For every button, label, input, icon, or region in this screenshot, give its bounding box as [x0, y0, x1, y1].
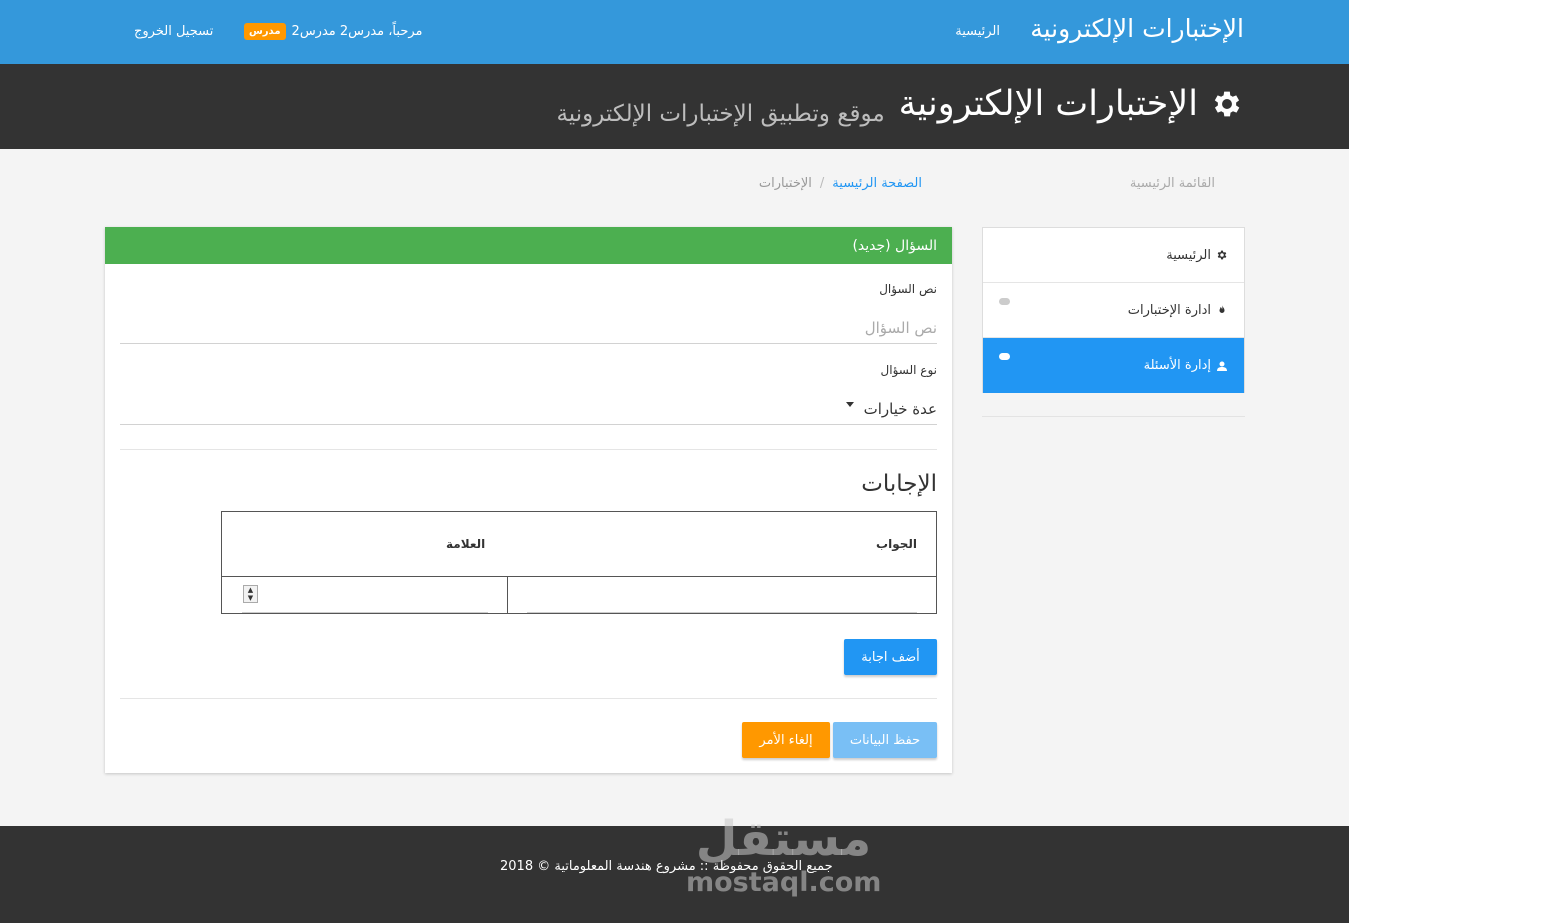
- breadcrumb-separator: /: [819, 176, 825, 191]
- mark-number-input[interactable]: [242, 612, 488, 613]
- question-text-label: نص السؤال: [879, 282, 937, 296]
- user-welcome: مرحباً، مدرس2 مدرس2 مدرس: [244, 23, 423, 40]
- answers-table-header: الجواب العلامة: [222, 512, 936, 577]
- top-navbar: الإختبارات الإلكترونية الرئيسية مرحباً، …: [0, 0, 1349, 64]
- watermark-latin: mostaql.com: [686, 867, 882, 898]
- answers-table: الجواب العلامة ▲ ▼: [221, 511, 937, 614]
- save-button[interactable]: حفظ البيانات: [833, 722, 937, 758]
- page-subtitle: موقع وتطبيق الإختبارات الإلكترونية: [556, 101, 885, 127]
- sidebar-item-label: الرئيسية: [1166, 247, 1211, 263]
- actions-divider: [120, 698, 937, 699]
- breadcrumb-current: الإختبارات: [758, 176, 812, 191]
- cancel-button[interactable]: إلغاء الأمر: [742, 722, 830, 758]
- app-root: الإختبارات الإلكترونية الرئيسية مرحباً، …: [0, 0, 1349, 923]
- question-type-select[interactable]: عدة خيارات: [120, 393, 937, 425]
- watermark-logo: مستقل mostaql.com: [686, 810, 881, 905]
- role-badge: مدرس: [244, 23, 286, 40]
- question-type-label: نوع السؤال: [880, 363, 937, 377]
- sidebar-item-label: ادارة الإختبارات: [1127, 302, 1211, 318]
- page-title: الإختبارات الإلكترونية: [898, 84, 1198, 124]
- nav-home-link[interactable]: الرئيسية: [955, 24, 1000, 39]
- breadcrumb: الصفحة الرئيسية / الإختبارات: [759, 176, 922, 191]
- sidebar-item-questions[interactable]: إدارة الأسئلة: [983, 338, 1244, 393]
- add-answer-button[interactable]: أضف اجابة: [844, 639, 937, 675]
- gear-icon: [1214, 91, 1240, 117]
- page-title-wrap: الإختبارات الإلكترونية: [899, 84, 1244, 124]
- column-header-mark: العلامة: [446, 537, 486, 551]
- answer-text-input[interactable]: [527, 612, 917, 613]
- question-text-placeholder: نص السؤال: [864, 318, 937, 337]
- sidebar-item-label: إدارة الأسئلة: [1143, 358, 1211, 373]
- gear-icon: [1217, 250, 1227, 260]
- question-type-value: عدة خيارات: [863, 399, 937, 418]
- logout-link[interactable]: تسجيل الخروج: [134, 24, 213, 39]
- sidebar-item-dot: [999, 353, 1010, 360]
- brand-link[interactable]: الإختبارات الإلكترونية: [1030, 14, 1244, 43]
- sidebar-item-home[interactable]: الرئيسية: [983, 228, 1244, 283]
- sidebar-divider: [982, 416, 1245, 417]
- page-footer: جميع الحقوق محفوظة :: مشروع هندسة المعلو…: [0, 826, 1349, 923]
- watermark-arabic: مستقل: [695, 811, 872, 867]
- welcome-text: مرحباً، مدرس2 مدرس2: [291, 24, 423, 39]
- section-divider: [120, 449, 937, 450]
- number-spinner-icon[interactable]: ▲ ▼: [243, 585, 258, 603]
- column-header-answer: الجواب: [876, 537, 917, 551]
- table-row: ▲ ▼: [222, 577, 936, 614]
- column-divider: [507, 577, 508, 614]
- card-title: السؤال (جديد): [852, 237, 937, 254]
- question-text-input[interactable]: نص السؤال: [120, 312, 937, 344]
- user-icon: [1217, 361, 1227, 371]
- answers-heading: الإجابات: [861, 471, 937, 497]
- sidebar-item-dot: [999, 298, 1010, 305]
- page-header: الإختبارات الإلكترونية موقع وتطبيق الإخت…: [0, 64, 1349, 149]
- fire-icon: [1219, 305, 1225, 313]
- question-card: السؤال (جديد) نص السؤال نص السؤال نوع ال…: [105, 227, 952, 773]
- sidebar-menu: الرئيسية ادارة الإختبارات إدارة الأسئلة: [982, 227, 1245, 393]
- sidebar-title: القائمة الرئيسية: [1129, 176, 1215, 191]
- card-header: السؤال (جديد): [105, 227, 952, 264]
- breadcrumb-home-link[interactable]: الصفحة الرئيسية: [832, 176, 922, 191]
- sidebar-item-exams[interactable]: ادارة الإختبارات: [983, 283, 1244, 338]
- caret-down-icon: [845, 402, 854, 407]
